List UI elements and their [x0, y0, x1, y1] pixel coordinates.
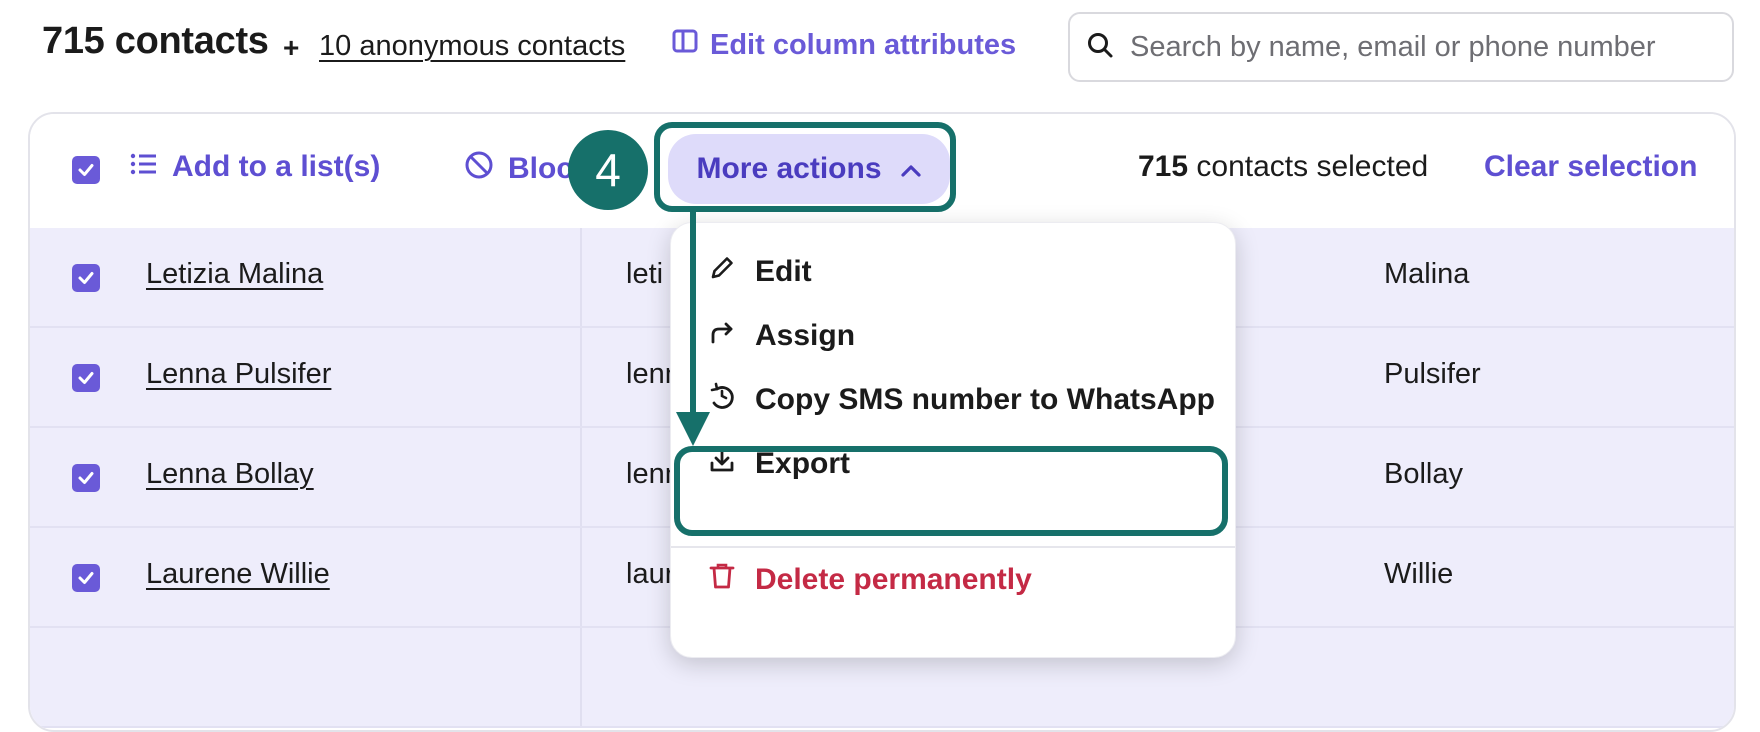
clear-selection-button[interactable]: Clear selection	[1484, 150, 1697, 184]
select-all-checkbox[interactable]	[72, 156, 100, 184]
share-arrow-icon	[707, 317, 737, 355]
contacts-count-title: 715 contacts	[42, 20, 269, 62]
selected-number: 715	[1138, 150, 1189, 183]
row-checkbox[interactable]	[72, 564, 100, 592]
column-divider	[580, 328, 582, 426]
list-icon	[130, 150, 158, 184]
selected-suffix: contacts selected	[1188, 150, 1429, 183]
export-highlight-frame	[674, 446, 1228, 536]
search-input[interactable]	[1128, 29, 1712, 65]
trash-icon	[707, 561, 737, 599]
contact-name-link[interactable]: Letizia Malina	[146, 258, 323, 291]
row-checkbox[interactable]	[72, 364, 100, 392]
block-icon	[464, 150, 494, 188]
column-divider	[580, 428, 582, 526]
block-button[interactable]: Bloc	[464, 150, 573, 188]
menu-item-label: Copy SMS number to WhatsApp	[755, 383, 1215, 416]
contact-last-name: Willie	[1384, 558, 1454, 590]
add-to-list-label: Add to a list(s)	[172, 150, 381, 183]
contact-name-link[interactable]: Lenna Bollay	[146, 458, 314, 491]
add-to-list-button[interactable]: Add to a list(s)	[130, 150, 380, 184]
menu-item-assign[interactable]: Assign	[707, 317, 855, 355]
search-box[interactable]	[1068, 12, 1734, 82]
menu-item-label: Delete permanently	[755, 563, 1032, 596]
contact-name-link[interactable]: Laurene Willie	[146, 558, 330, 591]
column-divider	[580, 228, 582, 326]
pencil-icon	[707, 253, 737, 291]
contact-email: laur	[626, 558, 675, 590]
annotation-arrow-line	[690, 212, 696, 422]
step-number-badge: 4	[568, 130, 648, 210]
column-divider	[580, 528, 582, 626]
contact-name-link[interactable]: Lenna Pulsifer	[146, 358, 331, 391]
contact-last-name: Bollay	[1384, 458, 1463, 490]
contact-last-name: Malina	[1384, 258, 1470, 290]
menu-item-label: Assign	[755, 319, 856, 352]
annotation-arrow-head-icon	[676, 412, 710, 446]
menu-item-delete-permanently[interactable]: Delete permanently	[707, 561, 1032, 599]
columns-icon	[672, 28, 698, 62]
column-divider	[580, 628, 582, 726]
menu-item-copy-sms-to-whatsapp[interactable]: Copy SMS number to WhatsApp	[707, 381, 1215, 419]
selection-count: 715 contacts selected	[1138, 150, 1428, 184]
menu-item-label: Edit	[755, 255, 812, 288]
anonymous-contacts-link[interactable]: 10 anonymous contacts	[319, 30, 625, 63]
row-checkbox[interactable]	[72, 464, 100, 492]
contact-last-name: Pulsifer	[1384, 358, 1481, 390]
search-icon	[1086, 31, 1114, 64]
edit-column-attributes-button[interactable]: Edit column attributes	[672, 28, 1016, 62]
plus-sign: +	[283, 32, 300, 63]
more-actions-highlight-frame	[654, 122, 956, 212]
contact-email: leti	[626, 258, 664, 290]
block-label: Bloc	[508, 152, 574, 185]
edit-column-attributes-label: Edit column attributes	[710, 28, 1017, 61]
menu-item-edit[interactable]: Edit	[707, 253, 812, 291]
whatsapp-icon	[707, 381, 737, 419]
menu-divider	[671, 546, 1235, 548]
more-actions-menu: Edit Assign Copy SMS number to WhatsApp …	[670, 222, 1236, 658]
row-checkbox[interactable]	[72, 264, 100, 292]
